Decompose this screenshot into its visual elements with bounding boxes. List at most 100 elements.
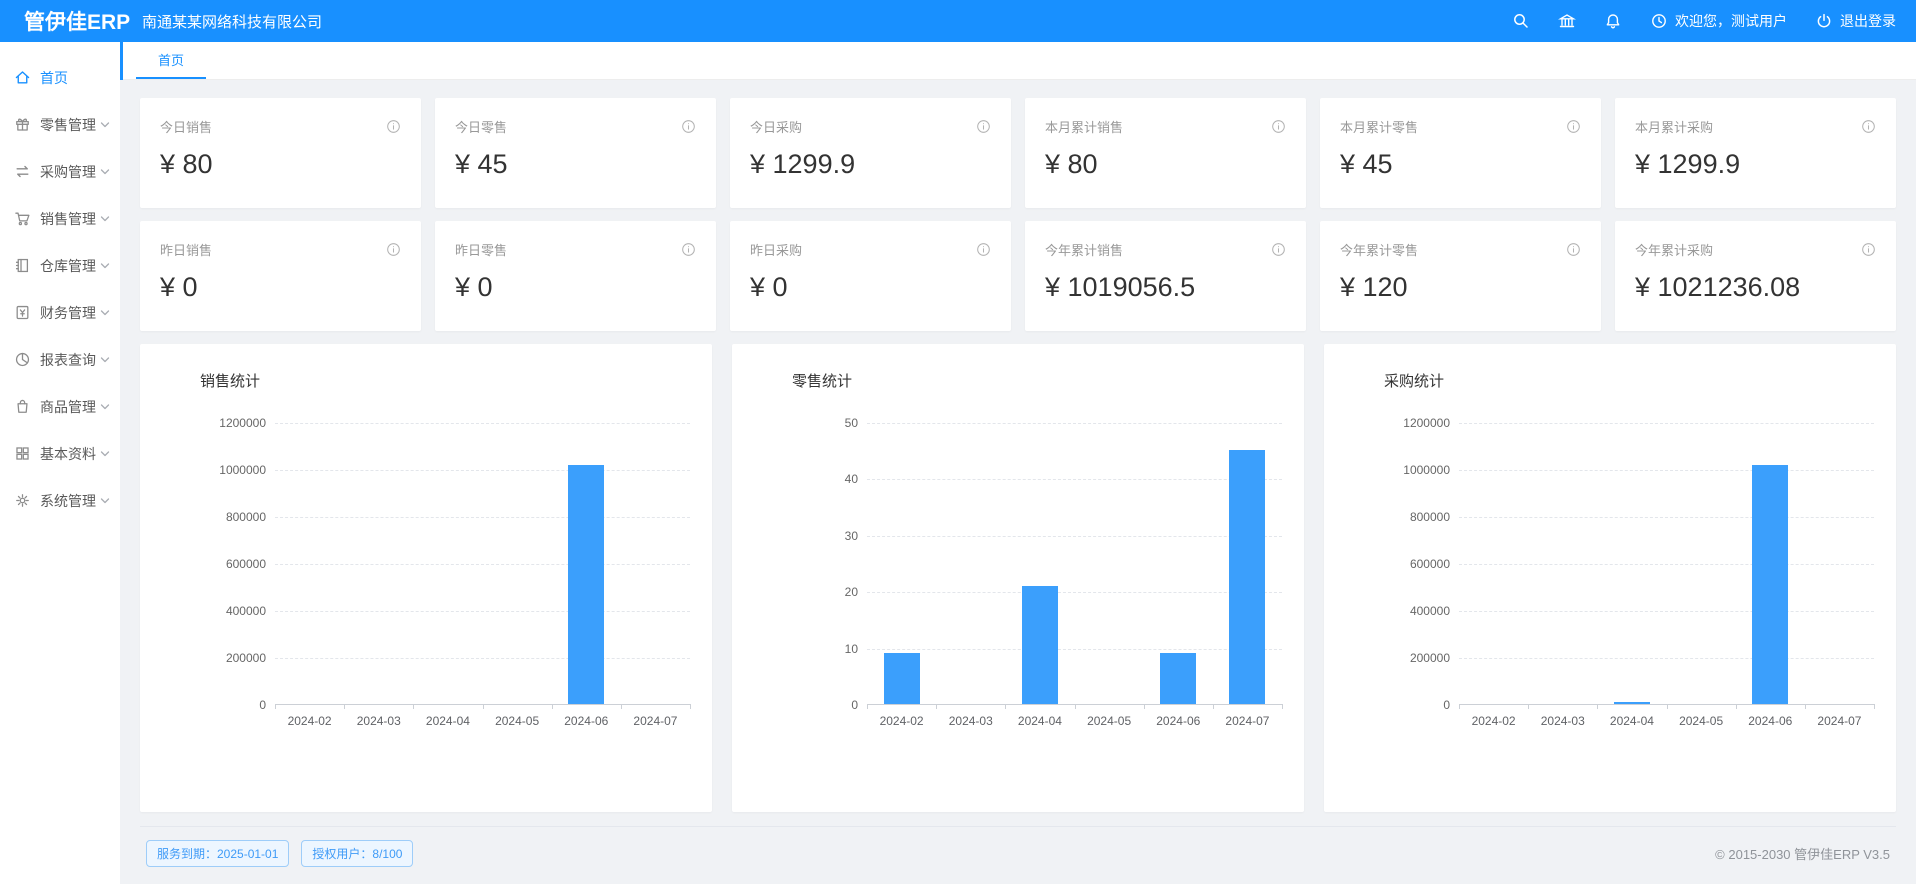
stat-card-year-purchase: 今年累计采购 ¥ 1021236.08 [1615,221,1896,331]
app-logo: 管伊佳ERP [0,6,120,36]
chevron-down-icon [100,355,110,365]
stat-card-value: ¥ 1021236.08 [1635,272,1876,303]
chart-title: 销售统计 [200,370,696,391]
x-axis-label: 2024-05 [1667,714,1736,728]
info-icon[interactable] [681,119,696,134]
info-icon[interactable] [976,119,991,134]
info-icon[interactable] [1271,119,1286,134]
info-icon[interactable] [681,242,696,257]
sidebar-item-label: 基本资料 [40,444,100,464]
stat-card-yesterday-purchase: 昨日采购¥ 0 [730,221,1011,331]
stat-card-label: 今日零售 [455,117,507,136]
sidebar-item-purchase[interactable]: 采购管理 [0,148,120,195]
sidebar-item-sales[interactable]: 销售管理 [0,195,120,242]
bag-icon [14,398,31,415]
sidebar-item-label: 首页 [40,68,110,88]
gridline [1459,517,1874,518]
sidebar-item-goods[interactable]: 商品管理 [0,383,120,430]
sidebar-item-home[interactable]: 首页 [0,54,120,101]
info-icon[interactable] [1566,119,1581,134]
sidebar-item-basic-data[interactable]: 基本资料 [0,430,120,477]
x-axis-tick-mark [1213,704,1214,709]
chevron-down-icon [100,449,110,459]
chevron-down-icon [100,496,110,506]
licensed-users-badge[interactable]: 授权用户：8/100 [301,840,413,867]
stat-card-label: 昨日销售 [160,240,212,259]
y-axis-tick: 0 [768,698,858,712]
y-axis-tick: 40 [768,472,858,486]
stat-card-label: 昨日采购 [750,240,802,259]
gridline [275,658,690,659]
bar-2024-04 [1022,586,1058,704]
bar-2024-06 [568,465,604,704]
welcome-user[interactable]: 欢迎您，测试用户 [1650,11,1787,31]
x-axis-label: 2024-04 [1005,714,1074,728]
stat-card-year-retail: 今年累计零售¥ 120 [1320,221,1601,331]
tab-home[interactable]: 首页 [136,42,206,79]
footer-badges: 服务到期：2025-01-01 授权用户：8/100 [146,840,413,867]
bank-icon[interactable] [1558,12,1576,30]
swap-icon [14,163,31,180]
stat-card-label: 今日销售 [160,117,212,136]
sidebar-item-warehouse[interactable]: 仓库管理 [0,242,120,289]
sidebar-item-label: 采购管理 [40,162,100,182]
purchase-chart-card: 采购统计120000010000008000006000004000002000… [1324,344,1896,812]
chart-plot-area: 120000010000008000006000004000002000000 [275,423,690,705]
clock-icon [1650,12,1668,30]
x-axis-tick-mark [1528,704,1529,709]
x-axis-tick-mark [483,704,484,709]
x-axis-label: 2024-02 [275,714,344,728]
y-axis-tick: 200000 [1360,651,1450,665]
x-axis-tick-mark [1459,704,1460,709]
search-icon[interactable] [1512,12,1530,30]
sidebar-item-finance[interactable]: 财务管理 [0,289,120,336]
info-icon[interactable] [1861,242,1876,257]
bell-icon[interactable] [1604,12,1622,30]
x-axis-tick-mark [621,704,622,709]
y-axis-tick: 600000 [1360,557,1450,571]
service-expiry-badge[interactable]: 服务到期：2025-01-01 [146,840,289,867]
info-icon[interactable] [386,242,401,257]
sidebar-item-label: 仓库管理 [40,256,100,276]
stat-card-value: ¥ 80 [1045,149,1286,180]
company-name: 南通某某网络科技有限公司 [142,11,322,32]
y-axis-tick: 1200000 [176,416,266,430]
logout-button[interactable]: 退出登录 [1815,11,1896,31]
stat-card-header: 今年累计采购 [1635,240,1876,259]
home-icon [14,69,31,86]
stat-card-label: 今日采购 [750,117,802,136]
sidebar-item-label: 销售管理 [40,209,100,229]
sidebar-item-label: 系统管理 [40,491,100,511]
chart-plot: 120000010000008000006000004000002000000 [1354,423,1880,705]
x-axis-label: 2024-06 [1736,714,1805,728]
stat-card-value: ¥ 45 [1340,149,1581,180]
x-axis-label: 2024-03 [936,714,1005,728]
info-icon[interactable] [976,242,991,257]
info-icon[interactable] [1271,242,1286,257]
pie-icon [14,351,31,368]
stat-card-label: 今年累计采购 [1635,240,1713,259]
y-axis-tick: 1000000 [1360,463,1450,477]
cart-icon [14,210,31,227]
info-icon[interactable] [1861,119,1876,134]
welcome-text: 欢迎您，测试用户 [1675,11,1787,31]
stat-card-month-sales: 本月累计销售¥ 80 [1025,98,1306,208]
x-axis-tick-mark [552,704,553,709]
stat-card-yesterday-sales: 昨日销售¥ 0 [140,221,421,331]
x-axis-label: 2024-06 [552,714,621,728]
y-axis-tick: 800000 [176,510,266,524]
x-axis-tick-mark [1282,704,1283,709]
sidebar: 首页零售管理采购管理销售管理仓库管理财务管理报表查询商品管理基本资料系统管理 [0,42,120,884]
y-axis-tick: 400000 [1360,604,1450,618]
stat-card-today-purchase: 今日采购¥ 1299.9 [730,98,1011,208]
x-axis-label: 2024-02 [1459,714,1528,728]
sidebar-item-reports[interactable]: 报表查询 [0,336,120,383]
stat-card-label: 今年累计销售 [1045,240,1123,259]
sidebar-item-system[interactable]: 系统管理 [0,477,120,524]
sidebar-item-retail[interactable]: 零售管理 [0,101,120,148]
info-icon[interactable] [386,119,401,134]
x-axis-tick-mark [275,704,276,709]
chart-plot-area: 120000010000008000006000004000002000000 [1459,423,1874,705]
info-icon[interactable] [1566,242,1581,257]
grid-icon [14,445,31,462]
